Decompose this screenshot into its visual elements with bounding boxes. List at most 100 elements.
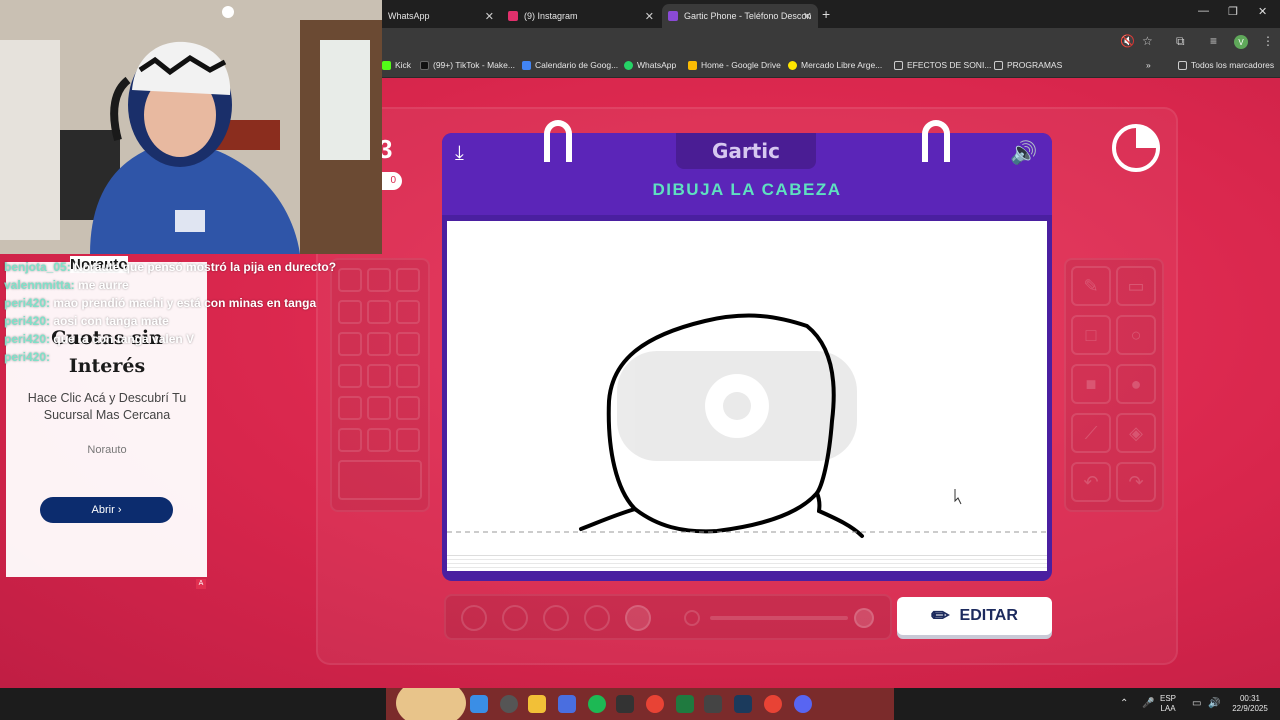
bookmark-label: WhatsApp bbox=[637, 60, 677, 70]
filled-rectangle-icon[interactable]: ■ bbox=[1071, 364, 1111, 404]
color-swatch[interactable] bbox=[367, 428, 391, 452]
store-icon[interactable] bbox=[558, 695, 576, 713]
chrome-icon[interactable] bbox=[764, 695, 782, 713]
speaker-icon[interactable]: 🔊 bbox=[1010, 140, 1037, 166]
clock-date: 22/9/2025 bbox=[1232, 704, 1268, 713]
menu-icon[interactable]: ⋮ bbox=[1262, 34, 1274, 48]
ad-open-button[interactable]: Abrir › bbox=[40, 497, 173, 523]
edit-button[interactable]: ✏ EDITAR bbox=[897, 597, 1052, 635]
eraser-icon[interactable]: ▭ bbox=[1116, 266, 1156, 306]
size-option-3[interactable] bbox=[543, 605, 569, 631]
bookmarks-overflow-icon[interactable]: » bbox=[1146, 60, 1151, 70]
chrome-icon[interactable] bbox=[646, 695, 664, 713]
ad-button-label: Abrir bbox=[91, 504, 115, 516]
opacity-slider[interactable] bbox=[710, 616, 848, 620]
app-icon[interactable] bbox=[704, 695, 722, 713]
color-swatch[interactable] bbox=[396, 428, 420, 452]
tiktok-icon bbox=[420, 60, 429, 70]
filled-circle-icon[interactable]: ● bbox=[1116, 364, 1156, 404]
color-swatch[interactable] bbox=[396, 300, 420, 324]
network-icon[interactable]: ▭ bbox=[1192, 698, 1201, 709]
undo-icon[interactable]: ↶ bbox=[1071, 462, 1111, 502]
size-option-4[interactable] bbox=[584, 605, 610, 631]
watermark-logo bbox=[617, 351, 857, 461]
bookmark-label: Kick bbox=[395, 60, 412, 70]
language-code: ESP bbox=[1160, 694, 1177, 703]
steam-icon[interactable] bbox=[734, 695, 752, 713]
app-icon[interactable] bbox=[616, 695, 634, 713]
color-swatch[interactable] bbox=[338, 428, 362, 452]
bookmark-label: EFECTOS DE SONI... bbox=[907, 60, 992, 70]
pencil-icon[interactable]: ✎ bbox=[1071, 266, 1111, 306]
color-swatch[interactable] bbox=[396, 268, 420, 292]
bookmark-calendar[interactable]: Calendario de Goog... bbox=[522, 60, 618, 70]
close-icon[interactable]: ✕ bbox=[803, 10, 812, 23]
gartic-icon bbox=[668, 11, 678, 21]
bookmark-drive[interactable]: Home - Google Drive bbox=[688, 60, 781, 70]
star-icon[interactable]: ☆ bbox=[1142, 34, 1153, 48]
new-tab-icon[interactable]: + bbox=[822, 6, 830, 22]
color-swatch[interactable] bbox=[396, 332, 420, 356]
drawing-canvas[interactable] bbox=[447, 221, 1047, 571]
excel-icon[interactable] bbox=[676, 695, 694, 713]
bookmark-tiktok[interactable]: (99+) TikTok - Make... bbox=[420, 60, 515, 70]
profile-avatar[interactable]: V bbox=[1234, 35, 1248, 49]
media-icon[interactable]: ≡ bbox=[1210, 34, 1217, 48]
tray-chevron-icon[interactable]: ⌃ bbox=[1120, 698, 1128, 709]
ad-advertiser: Norauto bbox=[87, 444, 127, 456]
mute-icon[interactable]: 🔇 bbox=[1120, 34, 1135, 48]
size-option-1[interactable] bbox=[461, 605, 487, 631]
ad-choices-icon[interactable]: A bbox=[196, 579, 206, 589]
gartic-logo: Gartic bbox=[676, 133, 816, 169]
download-icon[interactable]: ⤓ bbox=[455, 142, 464, 165]
color-swatch[interactable] bbox=[338, 364, 362, 388]
folder-icon bbox=[1178, 60, 1187, 70]
opacity-slider-handle[interactable] bbox=[854, 608, 874, 628]
tab-gartic[interactable]: Gartic Phone - Teléfono Descon ✕ bbox=[662, 4, 818, 28]
chat-overlay: benjota_05: Noraute que pensó mostró la … bbox=[4, 258, 384, 366]
size-option-5[interactable] bbox=[625, 605, 651, 631]
bookmark-whatsapp[interactable]: WhatsApp bbox=[624, 60, 676, 70]
bookmark-mercadolibre[interactable]: Mercado Libre Arge... bbox=[788, 60, 882, 70]
selected-color-swatch[interactable] bbox=[338, 460, 422, 500]
tab-whatsapp[interactable]: WhatsApp ✕ bbox=[382, 4, 500, 28]
rectangle-icon[interactable]: □ bbox=[1071, 315, 1111, 355]
cursor-icon bbox=[954, 489, 962, 505]
bookmark-kick[interactable]: Kick bbox=[382, 60, 411, 70]
close-icon[interactable]: ✕ bbox=[645, 10, 654, 23]
search-icon[interactable] bbox=[500, 695, 518, 713]
color-swatch[interactable] bbox=[367, 364, 391, 388]
notebook-ring bbox=[922, 120, 950, 162]
file-explorer-icon[interactable] bbox=[528, 695, 546, 713]
color-swatch[interactable] bbox=[396, 364, 420, 388]
minimize-icon[interactable]: — bbox=[1198, 5, 1209, 17]
color-swatch[interactable] bbox=[396, 396, 420, 420]
language-indicator[interactable]: ESP LAA bbox=[1160, 694, 1176, 714]
bookmark-label: PROGRAMAS bbox=[1007, 60, 1063, 70]
extensions-icon[interactable]: ⧉ bbox=[1176, 34, 1185, 49]
volume-icon[interactable]: 🔊 bbox=[1208, 698, 1220, 709]
bookmark-label: Todos los marcadores bbox=[1191, 60, 1275, 70]
pencil-icon: ✏ bbox=[931, 603, 950, 628]
discord-icon[interactable] bbox=[794, 695, 812, 713]
color-swatch[interactable] bbox=[367, 396, 391, 420]
close-window-icon[interactable]: ✕ bbox=[1258, 5, 1267, 18]
bucket-icon[interactable]: ◈ bbox=[1116, 413, 1156, 453]
color-swatch[interactable] bbox=[338, 396, 362, 420]
close-icon[interactable]: ✕ bbox=[485, 10, 494, 23]
circle-icon[interactable]: ○ bbox=[1116, 315, 1156, 355]
restore-icon[interactable]: ❐ bbox=[1228, 5, 1238, 18]
bookmark-efectos[interactable]: EFECTOS DE SONI... bbox=[894, 60, 991, 70]
microphone-icon[interactable]: 🎤 bbox=[1142, 698, 1154, 709]
redo-icon[interactable]: ↷ bbox=[1116, 462, 1156, 502]
size-option-2[interactable] bbox=[502, 605, 528, 631]
bookmark-label: Mercado Libre Arge... bbox=[801, 60, 883, 70]
line-icon[interactable]: ⟋ bbox=[1071, 413, 1111, 453]
clock[interactable]: 00:31 22/9/2025 bbox=[1226, 694, 1274, 714]
neck-stroke bbox=[579, 507, 637, 531]
bookmark-all[interactable]: Todos los marcadores bbox=[1178, 60, 1274, 70]
tab-instagram[interactable]: (9) Instagram ✕ bbox=[502, 4, 660, 28]
bookmark-programas[interactable]: PROGRAMAS bbox=[994, 60, 1062, 70]
windows-start-icon[interactable] bbox=[470, 695, 488, 713]
spotify-icon[interactable] bbox=[588, 695, 606, 713]
